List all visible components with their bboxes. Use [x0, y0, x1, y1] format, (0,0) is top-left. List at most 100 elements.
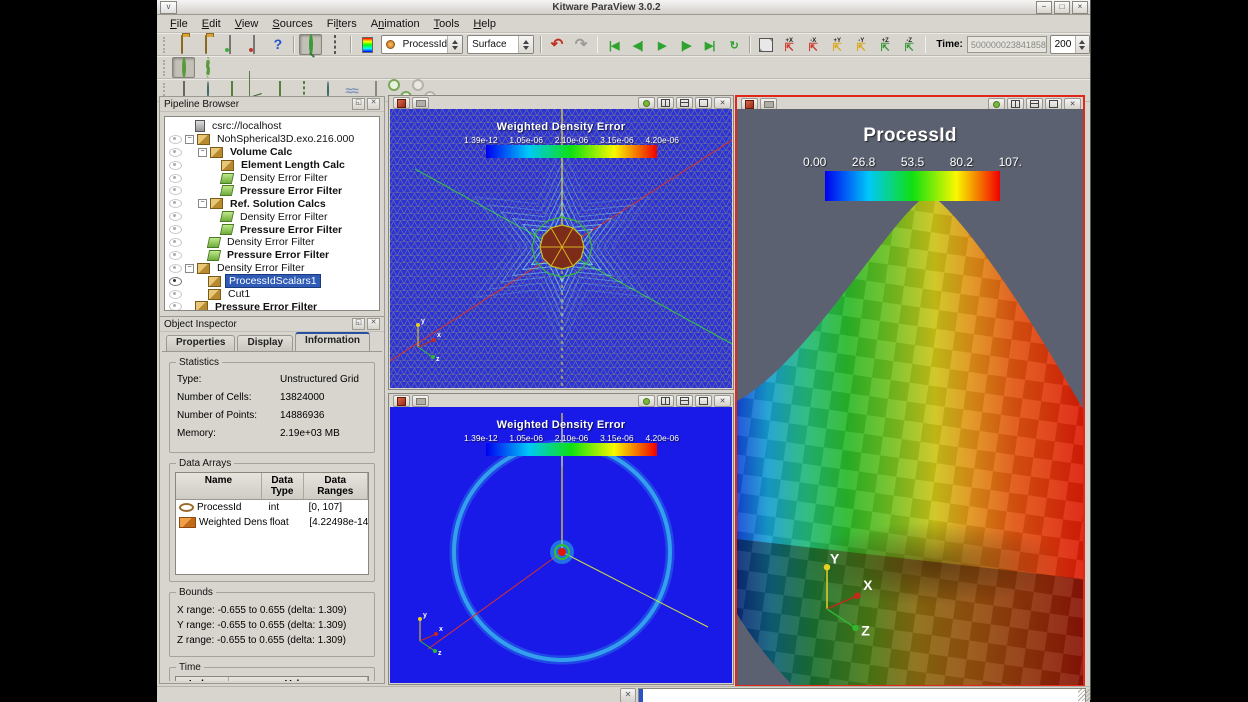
pipeline-item[interactable]: Pressure Error Filter: [165, 184, 379, 197]
data-array-row[interactable]: ProcessIdint[0, 107]: [176, 500, 368, 515]
last-frame-button[interactable]: ▶|: [698, 34, 721, 55]
split-vertical-button[interactable]: [676, 97, 693, 109]
close-panel-icon[interactable]: ✕: [367, 318, 380, 330]
tree-expander-icon[interactable]: −: [198, 199, 207, 208]
redo-button[interactable]: ↷: [570, 34, 593, 55]
visibility-eye-icon[interactable]: [169, 264, 182, 273]
pipeline-item[interactable]: Density Error Filter: [165, 210, 379, 223]
menu-help[interactable]: Help: [466, 17, 503, 31]
undo-button[interactable]: ↶: [546, 34, 569, 55]
play-button[interactable]: ▶: [650, 34, 673, 55]
pipeline-item[interactable]: −Density Error Filter: [165, 262, 379, 275]
lightbulb-button[interactable]: [638, 395, 655, 407]
time-field[interactable]: 500000023841858: [967, 36, 1047, 53]
visibility-eye-icon[interactable]: [169, 238, 182, 247]
pipeline-item[interactable]: Density Error Filter: [165, 172, 379, 185]
menu-view[interactable]: View: [228, 17, 266, 31]
visibility-eye-icon[interactable]: [169, 290, 182, 299]
resize-grip-icon[interactable]: [1078, 689, 1090, 701]
interact-mode-button[interactable]: [393, 395, 410, 407]
visibility-eye-icon[interactable]: [169, 212, 182, 221]
visibility-eye-icon[interactable]: [169, 251, 182, 260]
connect-server-button[interactable]: [218, 34, 241, 55]
combo-arrows-icon[interactable]: [518, 36, 533, 53]
close-button[interactable]: ×: [1072, 1, 1088, 14]
visibility-eye-icon[interactable]: [169, 225, 182, 234]
column-header[interactable]: Index: [176, 677, 229, 681]
camera-minus-x-button[interactable]: -X⇱: [802, 34, 825, 55]
tab-properties[interactable]: Properties: [166, 335, 235, 351]
menu-file[interactable]: File: [163, 17, 195, 31]
pipeline-item[interactable]: csrc://localhost: [165, 120, 379, 133]
visibility-eye-icon[interactable]: [169, 135, 182, 144]
close-button[interactable]: ✕: [714, 395, 731, 407]
system-menu-icon[interactable]: v: [160, 1, 177, 14]
close-button[interactable]: ✕: [714, 97, 731, 109]
pipeline-item[interactable]: −Ref. Solution Calcs: [165, 197, 379, 210]
camera-minus-y-button[interactable]: -Y⇱: [850, 34, 873, 55]
camera-minus-z-button[interactable]: -Z⇱: [898, 34, 921, 55]
visibility-eye-icon[interactable]: [169, 174, 182, 183]
toolbar-handle[interactable]: [163, 60, 169, 76]
first-frame-button[interactable]: |◀: [602, 34, 625, 55]
column-header[interactable]: Data Ranges: [304, 473, 368, 499]
column-header[interactable]: Value: [229, 677, 368, 681]
camera-button[interactable]: [412, 97, 429, 109]
rubber-band-select-button[interactable]: [323, 34, 346, 55]
lightbulb-button[interactable]: [638, 97, 655, 109]
tab-display[interactable]: Display: [237, 335, 293, 351]
camera-plusminus-x-button[interactable]: +X⇱: [778, 34, 801, 55]
pipeline-item[interactable]: −Volume Calc: [165, 146, 379, 159]
column-header[interactable]: Name: [176, 473, 262, 499]
tree-expander-icon[interactable]: −: [198, 148, 207, 157]
visibility-eye-icon[interactable]: [169, 148, 182, 157]
maximize-button[interactable]: [695, 395, 712, 407]
pipeline-item[interactable]: Pressure Error Filter: [165, 223, 379, 236]
frame-spinner[interactable]: 200: [1050, 35, 1090, 54]
camera-plusminus-z-button[interactable]: +Z⇱: [874, 34, 897, 55]
pipeline-item[interactable]: Cut1: [165, 288, 379, 301]
visibility-eye-icon[interactable]: [169, 186, 182, 195]
representation-combo[interactable]: Surface: [467, 35, 534, 54]
reset-center-button[interactable]: [196, 57, 219, 78]
open-state-button[interactable]: [194, 34, 217, 55]
spinner-arrows-icon[interactable]: [1075, 36, 1089, 53]
next-frame-button[interactable]: |▶: [674, 34, 697, 55]
tree-expander-icon[interactable]: −: [185, 264, 194, 273]
toolbar-handle[interactable]: [163, 37, 167, 53]
select-surface-button[interactable]: [299, 34, 322, 55]
split-horizontal-button[interactable]: [657, 97, 674, 109]
pipeline-item[interactable]: Element Length Calc: [165, 159, 379, 172]
camera-button[interactable]: [412, 395, 429, 407]
menu-animation[interactable]: Animation: [364, 17, 427, 31]
disconnect-server-button[interactable]: [242, 34, 265, 55]
visibility-eye-icon[interactable]: [169, 199, 182, 208]
open-file-button[interactable]: [170, 34, 193, 55]
pipeline-item[interactable]: ProcessIdScalars1: [165, 275, 379, 288]
minimize-button[interactable]: −: [1036, 1, 1052, 14]
column-header[interactable]: Data Type: [262, 473, 304, 499]
split-vertical-button[interactable]: [676, 395, 693, 407]
tab-information[interactable]: Information: [295, 332, 370, 351]
color-by-combo[interactable]: ProcessId: [381, 35, 463, 54]
visibility-eye-icon[interactable]: [169, 302, 182, 311]
float-panel-icon[interactable]: ◱: [352, 98, 365, 110]
reset-camera-button[interactable]: [755, 34, 778, 55]
tree-expander-icon[interactable]: −: [185, 135, 194, 144]
menu-tools[interactable]: Tools: [427, 17, 467, 31]
pipeline-item[interactable]: Pressure Error Filter: [165, 300, 379, 311]
pipeline-item[interactable]: −NohSpherical3D.exo.216.000: [165, 133, 379, 146]
close-panel-icon[interactable]: ✕: [367, 98, 380, 110]
combo-arrows-icon[interactable]: [447, 36, 462, 53]
float-panel-icon[interactable]: ◱: [352, 318, 365, 330]
maximize-button[interactable]: □: [1054, 1, 1070, 14]
camera-plusminus-y-button[interactable]: +Y⇱: [826, 34, 849, 55]
render-canvas-shock[interactable]: yxz Weighted Density Error1.39e-121.05e-…: [390, 407, 732, 683]
visibility-eye-icon[interactable]: [169, 161, 182, 170]
split-horizontal-button[interactable]: [657, 395, 674, 407]
pipeline-item[interactable]: Density Error Filter: [165, 236, 379, 249]
previous-frame-button[interactable]: ◀|: [626, 34, 649, 55]
edit-color-map-button[interactable]: [356, 34, 379, 55]
pick-center-button[interactable]: [172, 57, 195, 78]
visibility-eye-icon[interactable]: [169, 277, 182, 286]
